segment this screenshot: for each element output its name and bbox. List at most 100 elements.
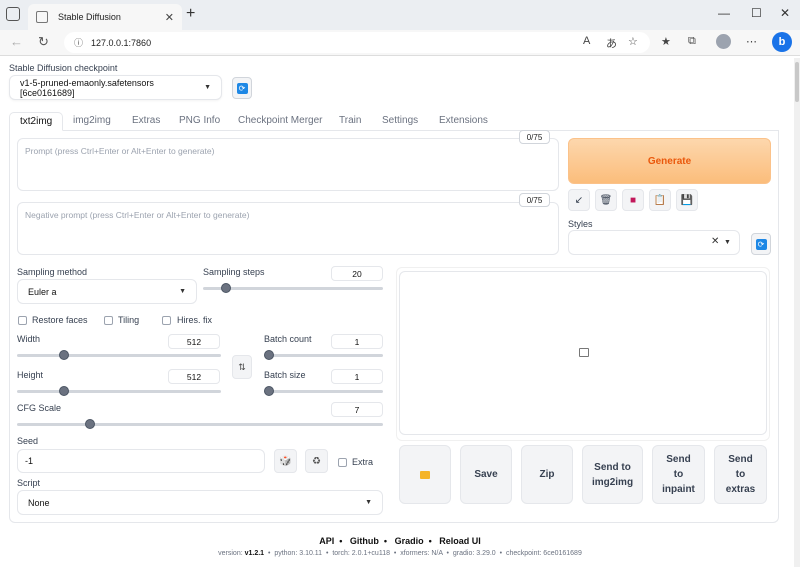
batch-count-input[interactable]: 1 [331, 334, 383, 349]
favorites-icon[interactable]: ★ [661, 35, 671, 48]
clear-prompt-button[interactable]: 🗑 [595, 189, 617, 211]
refresh-icon: ⟳ [236, 82, 248, 94]
prompt-token-counter: 0/75 [519, 130, 550, 144]
url-text: 127.0.0.1:7860 [91, 37, 152, 48]
seed-label: Seed [17, 436, 39, 446]
recycle-icon: ♻ [312, 455, 321, 467]
translate-icon[interactable]: あ [606, 35, 617, 51]
slider-handle[interactable] [264, 386, 274, 396]
generate-button[interactable]: Generate [568, 138, 771, 184]
send-to-extras-label-line: Send [728, 454, 753, 465]
slider-handle[interactable] [85, 419, 96, 429]
close-tab-icon[interactable]: ✕ [165, 11, 174, 24]
apply-styles-button[interactable]: 📋 [649, 189, 671, 211]
reload-icon[interactable]: ↻ [38, 34, 49, 50]
send-to-inpaint-button[interactable]: Send to inpaint [652, 445, 705, 504]
version-value: v1.2.1 [244, 550, 265, 557]
more-icon[interactable]: ⋯ [746, 35, 757, 48]
tiling-checkbox[interactable] [104, 316, 113, 325]
maximize-icon[interactable]: ☐ [751, 6, 762, 20]
show-extra-networks-button[interactable]: ■ [622, 189, 644, 211]
collections-icon[interactable]: ⧉ [688, 35, 696, 48]
tab-extras[interactable]: Extras [132, 112, 160, 131]
slider-handle[interactable] [58, 350, 69, 360]
minimize-icon[interactable]: — [718, 6, 730, 20]
tab-img2img[interactable]: img2img [73, 112, 111, 131]
batch-size-slider[interactable] [264, 386, 383, 396]
footer-links: API • Github • Gradio • Reload UI [319, 536, 481, 546]
tab-actions-icon[interactable] [6, 7, 20, 21]
footer-link-reload-ui[interactable]: Reload UI [439, 536, 481, 546]
tab-checkpoint-merger[interactable]: Checkpoint Merger [238, 112, 322, 131]
footer-link-gradio[interactable]: Gradio [395, 536, 424, 546]
checkpoint-select[interactable]: v1-5-pruned-emaonly.safetensors [6ce0161… [9, 75, 222, 100]
cfg-scale-slider[interactable] [17, 419, 383, 429]
back-icon[interactable]: ← [10, 34, 23, 49]
floppy-disk-icon: 💾 [680, 194, 694, 206]
page-scrollbar[interactable] [794, 58, 800, 567]
slider-handle[interactable] [221, 283, 232, 293]
zip-button[interactable]: Zip [521, 445, 573, 504]
random-seed-button[interactable]: 🎲 [274, 449, 297, 473]
read-aloud-icon[interactable]: A [583, 35, 590, 47]
footer-link-api[interactable]: API [319, 536, 334, 546]
browser-tab[interactable]: Stable Diffusion ✕ [28, 4, 182, 30]
checkpoint-hash-value: 6ce0161689 [543, 550, 582, 557]
cfg-scale-input[interactable]: 7 [331, 402, 383, 417]
script-select[interactable]: None ▼ [17, 490, 383, 515]
trash-icon: 🗑 [599, 194, 613, 206]
footer-link-github[interactable]: Github [350, 536, 379, 546]
styles-select[interactable]: ✕ ▼ [568, 230, 740, 255]
tab-extensions[interactable]: Extensions [439, 112, 488, 131]
width-input[interactable]: 512 [168, 334, 220, 349]
clear-icon[interactable]: ✕ [711, 236, 719, 247]
new-tab-icon[interactable]: + [186, 5, 195, 23]
reuse-seed-button[interactable]: ♻ [305, 449, 328, 473]
tab-settings[interactable]: Settings [382, 112, 418, 131]
swap-icon: ⇅ [238, 361, 246, 372]
slider-handle[interactable] [58, 386, 69, 396]
sampling-steps-label: Sampling steps [203, 267, 265, 277]
send-to-extras-button[interactable]: Send to extras [714, 445, 767, 504]
read-generation-params-button[interactable]: ↙ [568, 189, 590, 211]
url-field[interactable]: ⓘ 127.0.0.1:7860 [64, 32, 650, 53]
favorite-add-icon[interactable]: ☆ [628, 35, 638, 48]
sampling-steps-slider[interactable] [203, 283, 383, 293]
dice-icon: 🎲 [279, 455, 292, 467]
send-to-img2img-button[interactable]: Send to img2img [582, 445, 643, 504]
output-gallery [399, 271, 767, 435]
info-icon[interactable]: ⓘ [74, 36, 83, 49]
gradio-key: gradio: [452, 550, 477, 557]
tab-train[interactable]: Train [339, 112, 361, 131]
restore-faces-checkbox[interactable] [18, 316, 27, 325]
swap-dimensions-button[interactable]: ⇅ [232, 355, 252, 379]
send-to-inpaint-label-line: Send [666, 454, 691, 465]
seed-input[interactable]: -1 [17, 449, 265, 473]
save-style-button[interactable]: 💾 [676, 189, 698, 211]
styles-label: Styles [568, 219, 593, 229]
chevron-down-icon: ▼ [365, 499, 372, 506]
save-button[interactable]: Save [460, 445, 512, 504]
refresh-checkpoint-button[interactable]: ⟳ [232, 77, 252, 99]
prompt-input[interactable]: Prompt (press Ctrl+Enter or Alt+Enter to… [17, 138, 559, 191]
hires-fix-checkbox[interactable] [162, 316, 171, 325]
height-slider[interactable] [17, 386, 221, 396]
open-folder-button[interactable] [399, 445, 451, 504]
close-window-icon[interactable]: ✕ [780, 6, 790, 20]
sampling-method-select[interactable]: Euler a ▼ [17, 279, 197, 304]
height-input[interactable]: 512 [168, 369, 220, 384]
batch-size-input[interactable]: 1 [331, 369, 383, 384]
sampling-steps-input[interactable]: 20 [331, 266, 383, 281]
tab-txt2img[interactable]: txt2img [9, 112, 64, 131]
extra-seed-checkbox[interactable] [338, 458, 347, 467]
bing-icon[interactable]: b [772, 32, 792, 52]
batch-count-slider[interactable] [264, 350, 383, 360]
refresh-styles-button[interactable]: ⟳ [751, 233, 771, 255]
width-slider[interactable] [17, 350, 221, 360]
slider-handle[interactable] [264, 350, 274, 360]
negative-prompt-input[interactable]: Negative prompt (press Ctrl+Enter or Alt… [17, 202, 559, 255]
tab-png-info[interactable]: PNG Info [179, 112, 220, 131]
torch-key: torch: [332, 550, 352, 557]
profile-avatar[interactable] [716, 34, 731, 49]
xformers-value: N/A [431, 550, 443, 557]
